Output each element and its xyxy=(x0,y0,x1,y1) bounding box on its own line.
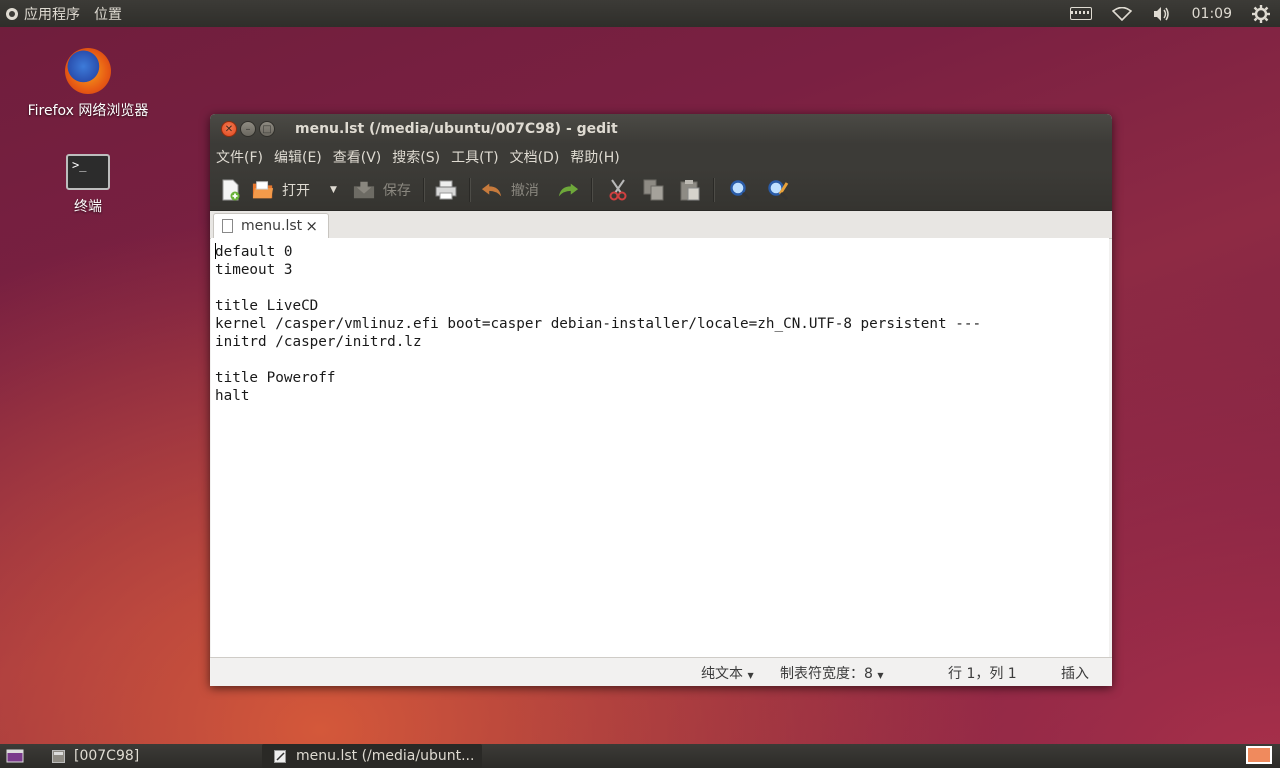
taskbar-item-file-manager[interactable]: [007C98] xyxy=(52,744,256,768)
desktop-icon-label: Firefox 网络浏览器 xyxy=(27,103,149,119)
undo-icon xyxy=(481,179,503,201)
open-label: 打开 xyxy=(282,183,310,199)
scissors-icon xyxy=(607,179,629,201)
show-desktop-button[interactable] xyxy=(6,744,24,768)
document-icon xyxy=(222,219,233,233)
tab-width-label: 制表符宽度：8 xyxy=(780,666,873,682)
search-icon xyxy=(729,179,751,201)
toolbar-separator xyxy=(468,178,471,202)
volume-icon[interactable] xyxy=(1152,6,1172,22)
cut-button[interactable] xyxy=(607,179,629,201)
new-document-button[interactable] xyxy=(220,179,242,201)
undo-button[interactable]: 撤消 xyxy=(481,179,539,201)
document-content: default 0 timeout 3 title LiveCD kernel … xyxy=(215,244,982,404)
file-manager-icon xyxy=(52,749,65,763)
bottom-panel: [007C98] menu.lst (/media/ubunt... xyxy=(0,744,1280,768)
dropdown-arrow-icon: ▼ xyxy=(747,671,754,680)
save-label: 保存 xyxy=(382,183,411,199)
window-titlebar[interactable]: ✕ – □ menu.lst (/media/ubuntu/007C98) - … xyxy=(210,114,1112,144)
menu-bar: 文件(F) 编辑(E) 查看(V) 搜索(S) 工具(T) 文档(D) 帮助(H… xyxy=(210,144,1112,170)
close-window-button[interactable]: ✕ xyxy=(221,121,237,137)
save-icon xyxy=(353,179,375,201)
menu-search[interactable]: 搜索(S) xyxy=(392,147,440,167)
redo-button[interactable] xyxy=(557,179,579,201)
places-menu[interactable]: 位置 xyxy=(94,4,122,24)
toolbar-separator xyxy=(422,178,425,202)
tab-width-selector[interactable]: 制表符宽度：8 ▼ xyxy=(780,663,884,683)
copy-icon xyxy=(643,179,665,201)
terminal-icon: >_ xyxy=(66,154,110,190)
tab-menu-lst[interactable]: menu.lst × xyxy=(213,213,329,238)
window-title: menu.lst (/media/ubuntu/007C98) - gedit xyxy=(295,121,618,137)
status-bar: 纯文本 ▼ 制表符宽度：8 ▼ 行 1，列 1 插入 xyxy=(210,657,1112,686)
open-dropdown-icon[interactable]: ▼ xyxy=(330,185,337,195)
copy-button[interactable] xyxy=(643,179,665,201)
undo-label: 撤消 xyxy=(510,183,539,199)
gear-icon[interactable] xyxy=(1252,4,1270,23)
print-button[interactable] xyxy=(435,179,457,201)
redo-icon xyxy=(557,179,579,201)
taskbar-label: [007C98] xyxy=(74,748,140,764)
wifi-icon[interactable] xyxy=(1111,6,1132,21)
text-editor-area[interactable]: default 0 timeout 3 title LiveCD kernel … xyxy=(211,238,1109,658)
keyboard-icon[interactable] xyxy=(1069,7,1092,20)
save-button[interactable]: 保存 xyxy=(353,179,411,201)
menu-view[interactable]: 查看(V) xyxy=(333,147,382,167)
ubuntu-logo-icon[interactable] xyxy=(6,7,18,20)
open-button[interactable]: 打开 ▼ xyxy=(252,179,337,201)
folder-open-icon xyxy=(252,179,274,201)
maximize-window-button[interactable]: □ xyxy=(259,121,275,137)
desktop-icon-terminal[interactable]: >_ 终端 xyxy=(8,154,168,216)
minimize-window-button[interactable]: – xyxy=(240,121,256,137)
toolbar-separator xyxy=(590,178,593,202)
menu-help[interactable]: 帮助(H) xyxy=(570,147,619,167)
workspace-switcher-icon[interactable] xyxy=(1246,746,1272,764)
taskbar-item-gedit[interactable]: menu.lst (/media/ubunt... xyxy=(262,744,482,768)
top-panel: 应用程序 位置 01:09 xyxy=(0,0,1280,27)
find-replace-icon xyxy=(767,179,789,201)
text-editor-icon xyxy=(274,749,287,763)
show-desktop-icon xyxy=(6,749,24,763)
dropdown-arrow-icon: ▼ xyxy=(877,671,884,680)
cursor-position: 行 1，列 1 xyxy=(948,666,1017,682)
desktop-icon-firefox[interactable]: Firefox 网络浏览器 xyxy=(8,48,168,120)
applications-menu[interactable]: 应用程序 xyxy=(24,4,80,24)
tab-bar: menu.lst × xyxy=(210,211,1112,239)
language-label: 纯文本 xyxy=(701,666,743,682)
menu-edit[interactable]: 编辑(E) xyxy=(274,147,322,167)
clock[interactable]: 01:09 xyxy=(1192,6,1232,22)
gedit-window: ✕ – □ menu.lst (/media/ubuntu/007C98) - … xyxy=(210,114,1112,686)
toolbar-separator xyxy=(712,178,715,202)
toolbar: 打开 ▼ 保存 撤消 xyxy=(210,170,1112,211)
firefox-icon xyxy=(65,48,111,94)
printer-icon xyxy=(435,179,457,201)
tab-close-icon[interactable]: × xyxy=(305,217,318,235)
menu-tools[interactable]: 工具(T) xyxy=(451,147,498,167)
taskbar-label: menu.lst (/media/ubunt... xyxy=(296,748,475,764)
menu-file[interactable]: 文件(F) xyxy=(216,147,263,167)
menu-documents[interactable]: 文档(D) xyxy=(510,147,560,167)
paste-button[interactable] xyxy=(679,179,701,201)
tab-label: menu.lst xyxy=(241,218,303,234)
new-document-icon xyxy=(220,179,242,201)
desktop-icon-label: 终端 xyxy=(74,199,102,215)
find-replace-button[interactable] xyxy=(767,179,789,201)
find-button[interactable] xyxy=(729,179,751,201)
paste-icon xyxy=(679,179,701,201)
language-selector[interactable]: 纯文本 ▼ xyxy=(701,663,754,683)
insert-mode: 插入 xyxy=(1061,666,1089,682)
